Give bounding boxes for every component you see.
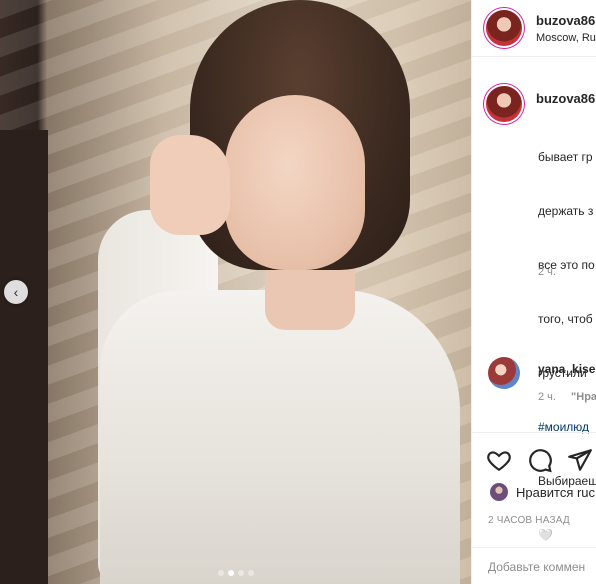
location-link[interactable]: Moscow, Ru [536,32,596,44]
white-shirt [100,290,460,584]
post-time[interactable]: 2 ЧАСОВ НАЗАД [488,515,570,526]
post-sidebar: buzova86 Moscow, Ru buzova86 бывает гр д… [471,0,596,584]
caption-username[interactable]: buzova86 [536,91,595,106]
carousel-dot [237,570,244,576]
likes-text[interactable]: Нравится ruc [516,485,595,500]
carousel-dot [247,570,254,576]
caption-avatar[interactable] [486,86,522,122]
carousel-dots [0,570,471,576]
share-icon[interactable] [567,447,593,473]
comment-icon[interactable] [527,447,553,473]
woman-figure [60,0,460,584]
caption-line: бывает гр [538,150,593,164]
comment-input[interactable] [486,556,596,578]
door [0,130,48,584]
caption-line: держать з [538,204,594,218]
carousel-dot [227,570,234,576]
post-header: buzova86 Moscow, Ru [472,0,596,57]
comment-username[interactable]: yana_kise [538,362,595,376]
comment-time[interactable]: 2 ч. [538,391,556,403]
caption-line: того, чтоб [538,312,593,326]
heart-icon[interactable] [486,447,512,473]
face [225,95,365,270]
avatar[interactable] [486,10,522,46]
comment-meta: 2 ч. "Нра [538,391,596,403]
carousel-prev-button[interactable]: ‹ [4,280,28,304]
likes-avatar[interactable] [490,483,508,501]
add-comment-bar [472,547,596,584]
caption-time[interactable]: 2 ч. [538,266,556,278]
hand [150,135,230,235]
carousel-dot [217,570,224,576]
chevron-left-icon: ‹ [13,284,19,300]
comment-reply-button[interactable]: "Нра [571,391,596,403]
post-actions: Нравится ruc 2 ЧАСОВ НАЗАД [472,432,596,584]
comment-avatar[interactable] [488,357,520,389]
header-username[interactable]: buzova86 [536,13,595,28]
post-photo[interactable]: ‹ [0,0,471,584]
